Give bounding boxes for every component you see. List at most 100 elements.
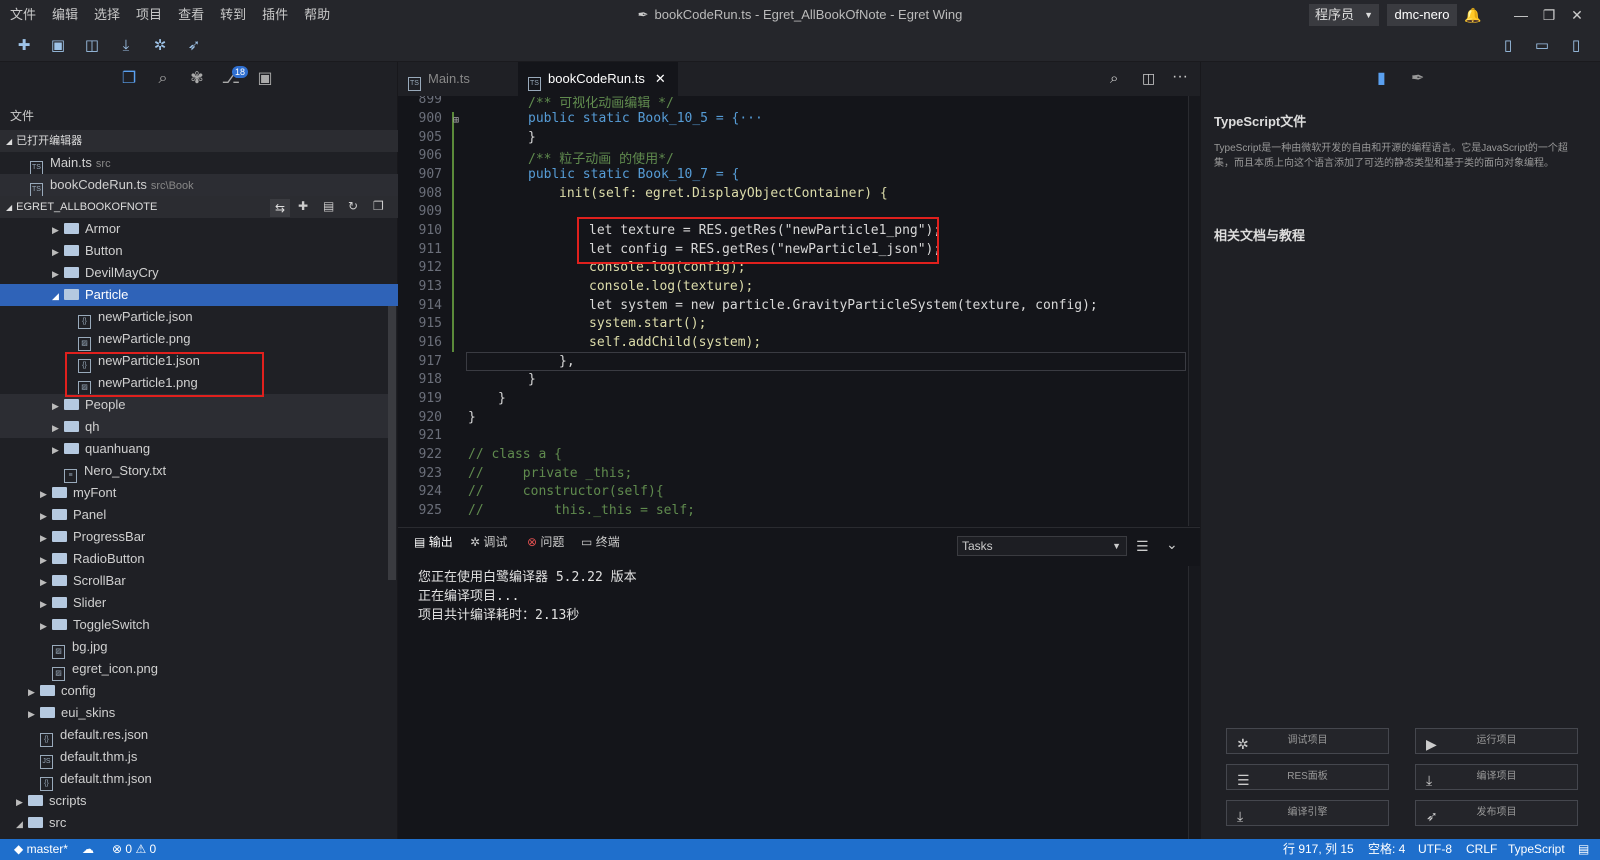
tree-folder[interactable]: ▶ ProgressBar <box>0 526 388 548</box>
chevron-down-icon[interactable]: ⌄ <box>1166 536 1178 553</box>
tab-debug[interactable]: ✲ 调试 <box>470 533 507 550</box>
code-editor[interactable]: ⊞ 899 /** 可视化动画编辑 */ 900 public static B… <box>398 96 1188 526</box>
tree-file[interactable]: ▨ newParticle.png <box>0 328 388 351</box>
tree-folder[interactable]: ▶ Button <box>0 240 388 262</box>
run-project-button[interactable]: ▶ 运行项目 <box>1415 728 1578 754</box>
toggle-right-panel-icon[interactable]: ▯ <box>1566 36 1586 56</box>
new-folder-icon[interactable]: ▤ <box>323 199 334 213</box>
tree-folder[interactable]: ◢ src <box>0 812 388 834</box>
editor-scrollbar[interactable] <box>1188 96 1200 526</box>
tree-file[interactable]: ▨ egret_icon.png <box>0 658 388 681</box>
tree-file[interactable]: ▨ bg.jpg <box>0 636 388 659</box>
build-engine-button[interactable]: ⤓ 编译引擎 <box>1226 800 1389 826</box>
docs-book-icon[interactable]: ▮ <box>1377 68 1386 88</box>
new-file-icon[interactable]: ✚ <box>14 36 34 56</box>
tree-folder[interactable]: ▶ Panel <box>0 504 388 526</box>
tree-folder[interactable]: ▶ ToggleSwitch <box>0 614 388 636</box>
output-scrollbar[interactable] <box>1188 566 1200 839</box>
extensions-icon[interactable]: ✾ <box>186 68 208 90</box>
sidebar-scrollbar[interactable] <box>388 300 396 580</box>
indentation[interactable]: 空格: 4 <box>1368 839 1405 860</box>
menu-select[interactable]: 选择 <box>86 0 128 30</box>
tree-folder[interactable]: ▶ DevilMayCry <box>0 262 388 284</box>
menu-plugins[interactable]: 插件 <box>254 0 296 30</box>
tree-file[interactable]: {} default.res.json <box>0 724 388 747</box>
refresh-icon[interactable]: ↻ <box>348 199 358 213</box>
explorer-files-icon[interactable]: ❐ <box>118 68 140 90</box>
tab-bookcoderun-ts[interactable]: TS bookCodeRun.ts ✕ <box>518 62 678 96</box>
tree-folder[interactable]: ◢ Particle <box>0 284 398 306</box>
resources-icon[interactable]: ▣ <box>254 68 276 90</box>
tree-folder[interactable]: ▶ People <box>0 394 388 416</box>
build-icon[interactable]: ⤓ <box>116 36 136 56</box>
build-project-button[interactable]: ⤓ 编译项目 <box>1415 764 1578 790</box>
tree-folder[interactable]: ▶ quanhuang <box>0 438 388 460</box>
output-channel-select[interactable]: Tasks ▼ <box>957 536 1127 556</box>
collapse-all-icon[interactable]: ❐ <box>373 199 384 213</box>
toggle-left-panel-icon[interactable]: ▯ <box>1498 36 1518 56</box>
feather-icon[interactable]: ✒ <box>1411 68 1424 88</box>
folder-icon <box>52 487 67 498</box>
tree-file[interactable]: {} newParticle1.json <box>0 350 388 373</box>
save-icon[interactable]: ▣ <box>48 36 68 56</box>
menu-project[interactable]: 项目 <box>128 0 170 30</box>
menu-view[interactable]: 查看 <box>170 0 212 30</box>
close-window-icon[interactable]: ✕ <box>1568 6 1586 24</box>
debug-project-button[interactable]: ✲ 调试项目 <box>1226 728 1389 754</box>
tree-file[interactable]: ≡ Nero_Story.txt <box>0 460 388 483</box>
menu-edit[interactable]: 编辑 <box>44 0 86 30</box>
encoding[interactable]: UTF-8 <box>1418 839 1452 860</box>
publish-rocket-icon[interactable]: ➶ <box>184 36 204 56</box>
res-panel-button[interactable]: ☰ RES面板 <box>1226 764 1389 790</box>
tree-folder[interactable]: ▶ RadioButton <box>0 548 388 570</box>
collapse-toggle-icon[interactable]: ⇆ <box>270 199 290 217</box>
user-button[interactable]: dmc-nero <box>1387 4 1457 26</box>
tree-file[interactable]: ▨ newParticle1.png <box>0 372 388 395</box>
tree-folder[interactable]: ▶ config <box>0 680 388 702</box>
find-icon[interactable]: ⌕ <box>1110 70 1118 87</box>
role-select[interactable]: 程序员 ▼ <box>1309 4 1379 26</box>
clear-output-icon[interactable]: ☰ <box>1136 538 1149 555</box>
search-icon[interactable]: ⌕ <box>152 68 174 90</box>
close-tab-icon[interactable]: ✕ <box>655 71 666 86</box>
tree-folder[interactable]: ▶ myFont <box>0 482 388 504</box>
language-mode[interactable]: TypeScript <box>1508 839 1565 860</box>
tree-folder[interactable]: ▶ scripts <box>0 790 388 812</box>
menu-help[interactable]: 帮助 <box>296 0 338 30</box>
tab-output[interactable]: ▤ 输出 <box>414 533 453 550</box>
menu-file[interactable]: 文件 <box>2 0 44 30</box>
problems-count[interactable]: ⊗ 0 ⚠ 0 <box>112 839 156 860</box>
project-section[interactable]: ◢ EGRET_ALLBOOKOFNOTE <box>0 196 398 218</box>
debug-bug-icon[interactable]: ✲ <box>150 36 170 56</box>
bell-icon[interactable]: 🔔 <box>1464 6 1482 24</box>
tab-problems[interactable]: ⊗ 问题 <box>527 533 564 550</box>
tab-terminal[interactable]: ▭ 终端 <box>581 533 620 550</box>
tree-file[interactable]: {} newParticle.json <box>0 306 388 329</box>
sync-icon[interactable]: ☁ <box>82 839 94 860</box>
new-file-icon[interactable]: ✚ <box>298 199 308 213</box>
restore-icon[interactable]: ❐ <box>1540 6 1558 24</box>
tree-folder[interactable]: ▶ qh <box>0 416 388 438</box>
split-editor-icon[interactable]: ◫ <box>1142 70 1155 87</box>
tab-main-ts[interactable]: TS Main.ts <box>398 62 518 96</box>
open-editor-item[interactable]: TS bookCodeRun.ts src\Book <box>0 174 398 197</box>
tree-file[interactable]: {} default.thm.json <box>0 768 388 791</box>
minimize-icon[interactable]: — <box>1512 6 1530 24</box>
cursor-position[interactable]: 行 917, 列 15 <box>1283 839 1354 860</box>
fold-expand-icon[interactable]: ⊞ <box>453 115 459 126</box>
open-editors-section[interactable]: ◢ 已打开编辑器 <box>0 130 398 152</box>
git-branch[interactable]: ◆ master* <box>14 839 68 860</box>
tree-folder[interactable]: ▶ ScrollBar <box>0 570 388 592</box>
save-all-icon[interactable]: ◫ <box>82 36 102 56</box>
tree-file[interactable]: JS default.thm.js <box>0 746 388 769</box>
toggle-bottom-panel-icon[interactable]: ▭ <box>1532 36 1552 56</box>
tree-folder[interactable]: ▶ eui_skins <box>0 702 388 724</box>
open-editor-item[interactable]: TS Main.ts src <box>0 152 388 175</box>
more-actions-icon[interactable]: ··· <box>1172 68 1188 86</box>
feedback-icon[interactable]: ▤ <box>1578 839 1589 860</box>
tree-folder[interactable]: ▶ Slider <box>0 592 388 614</box>
menu-goto[interactable]: 转到 <box>212 0 254 30</box>
line-ending[interactable]: CRLF <box>1466 839 1497 860</box>
tree-folder[interactable]: ▶ Armor <box>0 218 388 240</box>
publish-project-button[interactable]: ➶ 发布项目 <box>1415 800 1578 826</box>
